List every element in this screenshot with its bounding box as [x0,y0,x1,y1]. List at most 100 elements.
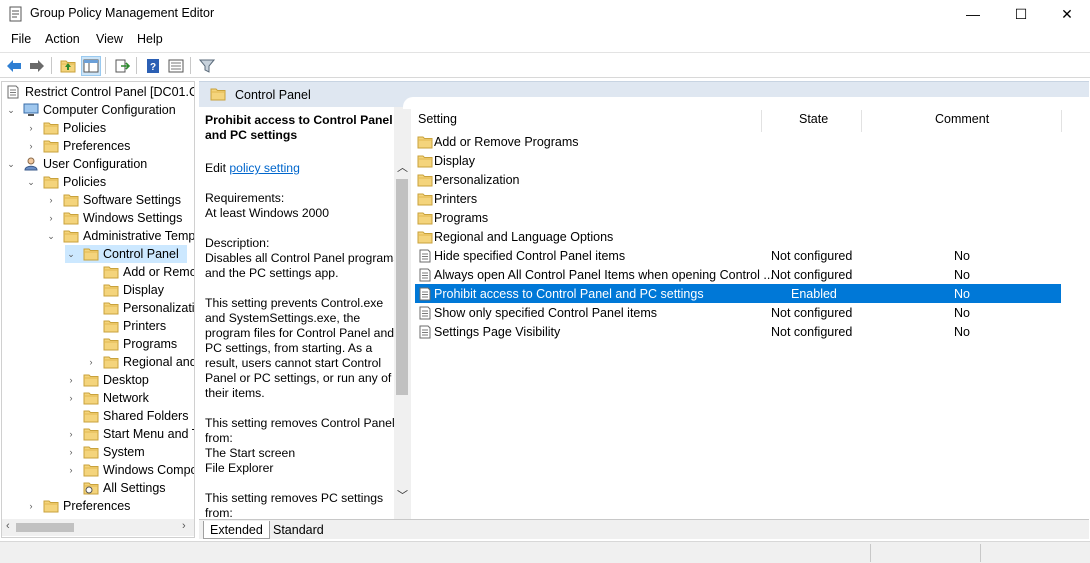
tree-add-remove[interactable]: Add or Remo [103,263,194,281]
chevron-right-icon[interactable]: › [25,500,37,512]
setting-row[interactable]: Hide specified Control Panel items Not c… [415,246,1061,265]
list-item-folder[interactable]: Add or Remove Programs [415,132,1061,151]
tree-printers[interactable]: Printers [103,317,166,335]
tree-regional[interactable]: › Regional and [85,353,195,371]
folder-icon [103,319,119,333]
chevron-right-icon[interactable]: › [25,140,37,152]
policy-setting-link[interactable]: policy setting [229,161,299,175]
list-item-folder[interactable]: Personalization [415,170,1061,189]
folder-icon [417,135,433,149]
setting-row[interactable]: Always open All Control Panel Items when… [415,265,1061,284]
folder-icon [417,154,433,168]
scroll-thumb[interactable] [16,523,74,532]
tree-computer-configuration[interactable]: ⌄ Computer Configuration [5,101,176,119]
scroll-thumb[interactable] [396,179,408,395]
tree-windows-components[interactable]: › Windows Compc [65,461,195,479]
chevron-down-icon[interactable]: ⌄ [5,104,17,116]
scroll-right-icon[interactable]: › [182,520,186,532]
column-comment[interactable]: Comment [935,112,989,134]
tab-extended[interactable]: Extended [203,521,270,539]
folder-icon [210,87,226,101]
folder-icon [417,230,433,244]
chevron-right-icon[interactable]: › [65,464,77,476]
tree-start-menu[interactable]: › Start Menu and T [65,425,195,443]
tree-software-settings[interactable]: › Software Settings [45,191,181,209]
column-setting[interactable]: Setting [418,112,457,134]
help-icon[interactable]: ? [143,56,163,76]
chevron-down-icon[interactable]: ⌄ [5,158,17,170]
column-state[interactable]: State [799,112,828,134]
properties-icon[interactable] [166,56,186,76]
chevron-right-icon[interactable]: › [45,212,57,224]
tree-root[interactable]: Restrict Control Panel [DC01.CC [5,83,194,101]
filter-icon[interactable] [197,56,217,76]
folder-icon [417,211,433,225]
chevron-down-icon[interactable]: ⌄ [25,176,37,188]
setting-row[interactable]: Show only specified Control Panel items … [415,303,1061,322]
chevron-down-icon[interactable]: ⌄ [45,230,57,242]
show-hide-tree-icon[interactable] [81,56,101,76]
scroll-up-icon[interactable]: ︿ [397,159,408,175]
folder-icon [43,121,59,135]
chevron-right-icon[interactable]: › [65,428,77,440]
chevron-right-icon[interactable]: › [65,446,77,458]
tree-preferences-user[interactable]: › Preferences [25,497,131,515]
back-icon[interactable] [4,56,24,76]
tree-policies-user[interactable]: ⌄ Policies [25,173,106,191]
tree-windows-settings[interactable]: › Windows Settings [45,209,183,227]
policy-setting-icon [417,249,433,263]
tree-display[interactable]: Display [103,281,164,299]
description-para2: This setting removes Control Panel from:… [205,416,395,475]
window-title: Group Policy Management Editor [30,6,215,20]
tree-preferences-computer[interactable]: › Preferences [25,137,131,155]
menu-help[interactable]: Help [137,32,163,46]
maximize-button[interactable]: ☐ [998,0,1044,28]
tree-personalization[interactable]: Personalizatic [103,299,194,317]
tree-all-settings[interactable]: All Settings [83,479,166,497]
scroll-down-icon[interactable]: ﹀ [397,487,408,503]
folder-icon [103,301,119,315]
tree-policies-computer[interactable]: › Policies [25,119,107,137]
list-item-folder[interactable]: Programs [415,208,1061,227]
folder-icon [83,427,99,441]
svg-text:?: ? [150,62,156,73]
tab-standard[interactable]: Standard [267,521,330,539]
export-list-icon[interactable] [112,56,132,76]
forward-icon[interactable] [27,56,47,76]
minimize-button[interactable]: — [950,0,996,28]
chevron-right-icon[interactable]: › [25,122,37,134]
tree-desktop[interactable]: › Desktop [65,371,149,389]
tree-administrative-templates[interactable]: ⌄ Administrative Temp [45,227,194,245]
tree-control-panel[interactable]: ⌄ Control Panel [65,245,187,263]
folder-icon [83,247,99,261]
menu-action[interactable]: Action [45,32,80,46]
setting-row-selected[interactable]: Prohibit access to Control Panel and PC … [415,284,1061,303]
all-settings-icon [83,481,99,495]
tree-horizontal-scrollbar[interactable]: ‹ › [2,519,194,536]
chevron-right-icon[interactable]: › [85,356,97,368]
policy-setting-icon [417,325,433,339]
scroll-left-icon[interactable]: ‹ [6,520,10,532]
up-folder-icon[interactable] [58,56,78,76]
chevron-right-icon[interactable]: › [65,374,77,386]
tree-user-configuration[interactable]: ⌄ User Configuration [5,155,147,173]
description-scrollbar[interactable]: ︿ ﹀ [394,107,411,519]
tree-system[interactable]: › System [65,443,145,461]
chevron-right-icon[interactable]: › [65,392,77,404]
list-item-folder[interactable]: Display [415,151,1061,170]
list-item-folder[interactable]: Printers [415,189,1061,208]
tree-programs[interactable]: Programs [103,335,177,353]
menu-view[interactable]: View [96,32,123,46]
computer-icon [23,103,39,116]
tree-shared-folders[interactable]: Shared Folders [83,407,188,425]
tree-network[interactable]: › Network [65,389,149,407]
user-icon [24,157,38,171]
gpme-window: Group Policy Management Editor — ☐ ✕ Fil… [0,0,1090,563]
folder-icon [83,409,99,423]
list-item-folder[interactable]: Regional and Language Options [415,227,1061,246]
close-button[interactable]: ✕ [1044,0,1090,28]
chevron-right-icon[interactable]: › [45,194,57,206]
chevron-down-icon[interactable]: ⌄ [65,248,77,260]
setting-row[interactable]: Settings Page Visibility Not configured … [415,322,1061,341]
menu-file[interactable]: File [11,32,31,46]
